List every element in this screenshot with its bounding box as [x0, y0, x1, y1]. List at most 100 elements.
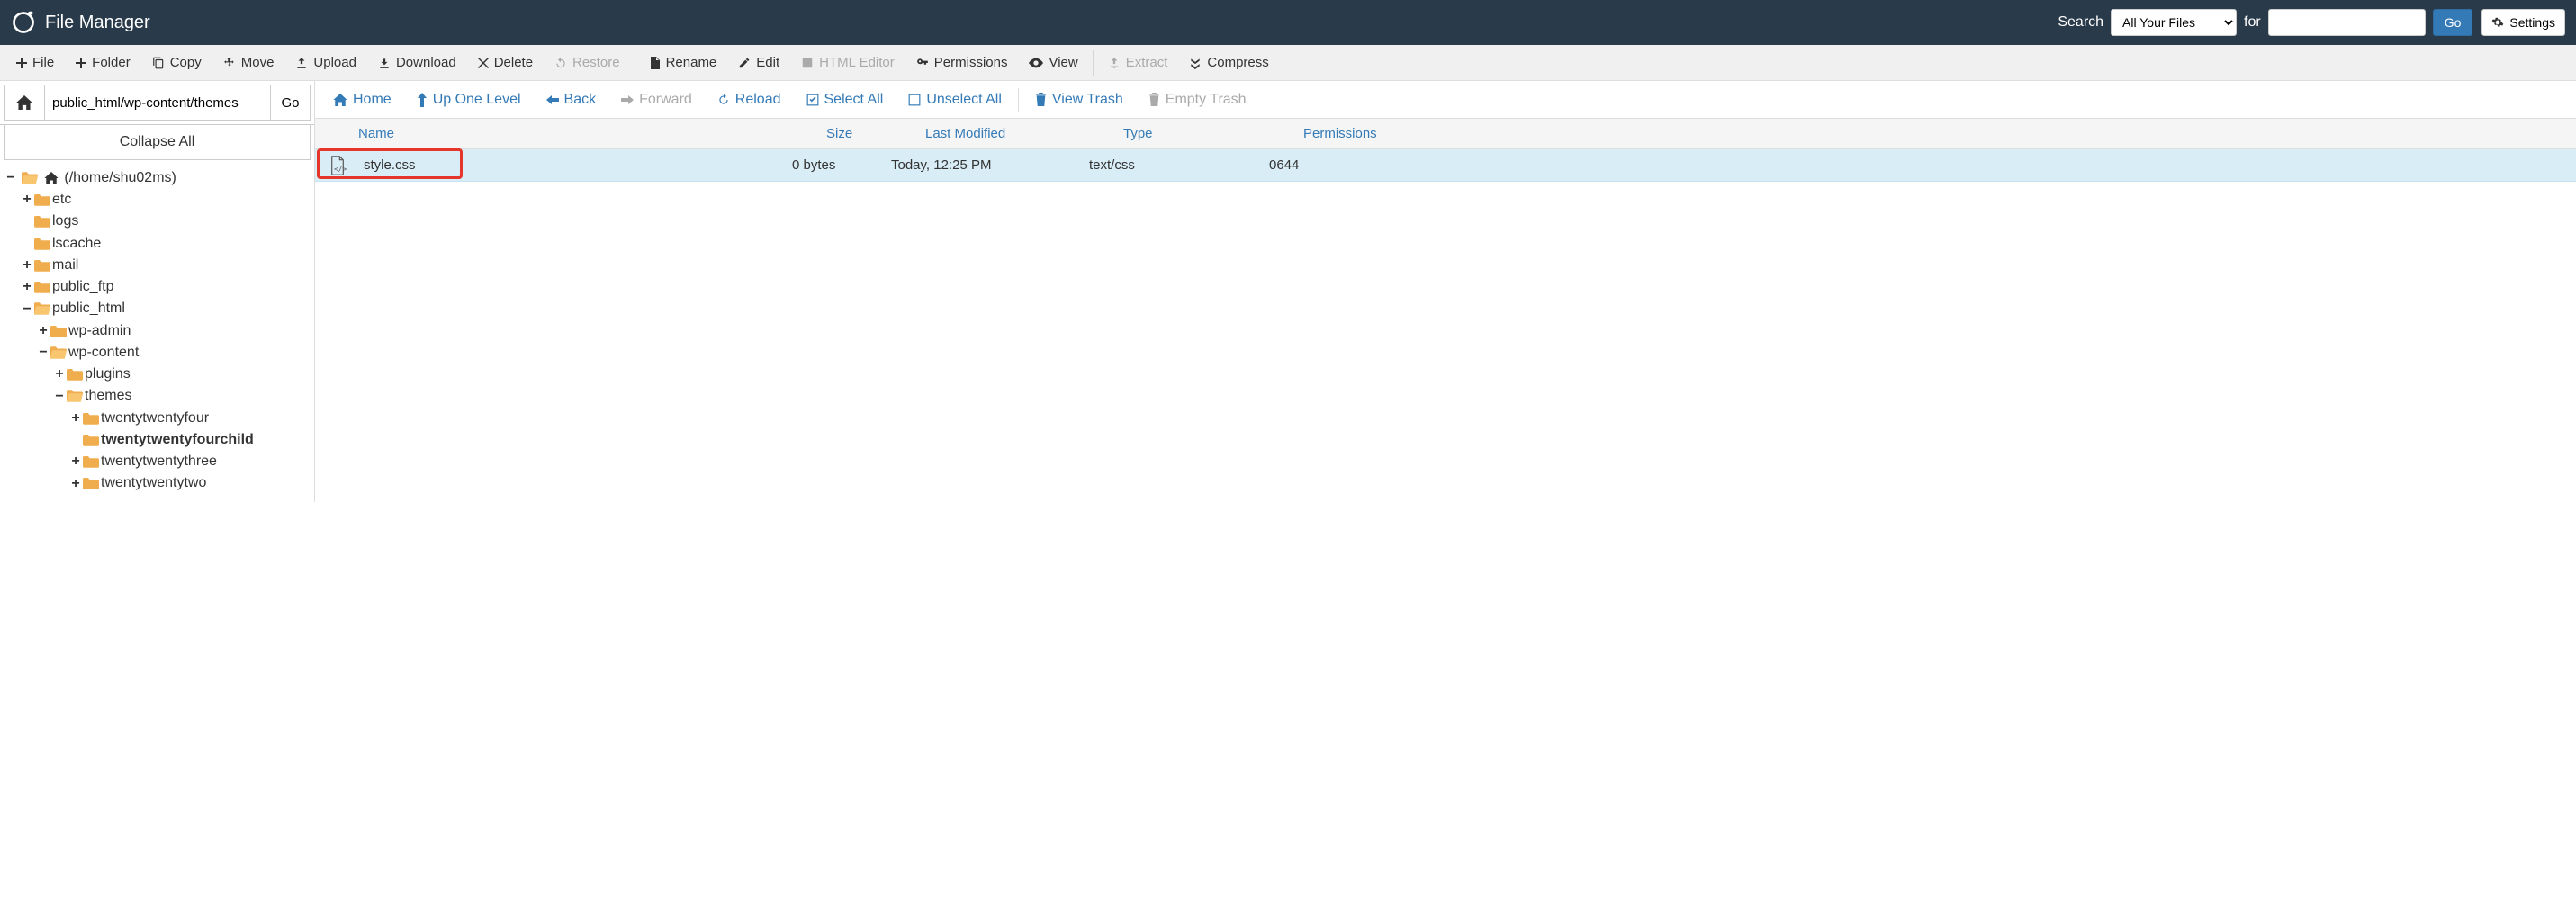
tree-toggle[interactable]: +: [54, 364, 65, 385]
copy-button[interactable]: Copy: [141, 45, 212, 80]
folder-icon: [83, 412, 99, 425]
tree-item[interactable]: + etc: [22, 189, 309, 211]
nav-view-trash[interactable]: View Trash: [1024, 81, 1134, 118]
folder-open-icon: [50, 346, 67, 359]
plus-icon: [76, 58, 86, 68]
for-label: for: [2244, 14, 2261, 31]
tree-item[interactable]: −wp-content+plugins−themes+twentytwentyf…: [38, 342, 309, 495]
rename-button[interactable]: Rename: [639, 45, 728, 80]
col-size[interactable]: Size: [823, 126, 922, 141]
tree-toggle[interactable]: +: [22, 255, 32, 276]
file-panel: Home Up One Level Back Forward Reload Se…: [315, 81, 2576, 502]
nav-unselect-all[interactable]: Unselect All: [897, 81, 1013, 118]
tree-toggle[interactable]: +: [22, 189, 32, 211]
nav-select-all[interactable]: Select All: [796, 81, 895, 118]
col-modified[interactable]: Last Modified: [922, 126, 1120, 141]
tree-toggle[interactable]: −: [22, 299, 32, 320]
folder-icon: [67, 368, 83, 381]
check-square-icon: [806, 94, 819, 106]
folder-icon: [83, 434, 99, 446]
move-button[interactable]: Move: [212, 45, 285, 80]
arrow-left-icon: [546, 94, 559, 105]
tree-toggle[interactable]: +: [70, 408, 81, 429]
toolbar-separator: [1093, 50, 1094, 76]
nav-up[interactable]: Up One Level: [406, 81, 532, 118]
tree-toggle[interactable]: +: [22, 276, 32, 298]
home-icon: [44, 172, 59, 184]
search-scope-select[interactable]: All Your Files: [2111, 9, 2237, 36]
tree-item[interactable]: +twentytwentyfourchild: [70, 429, 309, 451]
new-folder-button[interactable]: Folder: [65, 45, 141, 80]
file-type: text/css: [1085, 157, 1265, 173]
folder-open-icon: [34, 302, 50, 315]
col-name[interactable]: Name: [355, 126, 823, 141]
tree-item[interactable]: +twentytwentytwo: [70, 472, 309, 494]
nav-empty-trash[interactable]: Empty Trash: [1138, 81, 1257, 118]
permissions-button[interactable]: Permissions: [905, 45, 1019, 80]
arrow-right-icon: [621, 94, 634, 105]
tree-label: etc: [52, 192, 71, 207]
tree-item[interactable]: +logs: [22, 211, 309, 232]
folder-icon: [34, 238, 50, 250]
tree-item[interactable]: −themes+twentytwentyfour+twentytwentyfou…: [54, 385, 309, 494]
tree-item[interactable]: −public_html+wp-admin−wp-content+plugins…: [22, 298, 309, 494]
edit-box-icon: [801, 57, 814, 69]
search-go-button[interactable]: Go: [2433, 9, 2473, 36]
eye-icon: [1029, 58, 1043, 68]
col-type[interactable]: Type: [1120, 126, 1300, 141]
tree-toggle[interactable]: −: [54, 386, 65, 408]
path-bar: Go: [0, 81, 314, 125]
tree-toggle[interactable]: +: [70, 451, 81, 472]
file-row[interactable]: </> style.css 0 bytes Today, 12:25 PM te…: [315, 149, 2576, 182]
search-input[interactable]: [2268, 9, 2426, 36]
settings-button[interactable]: Settings: [2481, 9, 2565, 36]
html-editor-button[interactable]: HTML Editor: [790, 45, 905, 80]
view-button[interactable]: View: [1018, 45, 1088, 80]
extract-button[interactable]: Extract: [1097, 45, 1179, 80]
compress-button[interactable]: Compress: [1178, 45, 1279, 80]
folder-icon: [83, 477, 99, 489]
svg-text:</>: </>: [334, 165, 347, 173]
nav-back[interactable]: Back: [536, 81, 608, 118]
tree-item[interactable]: +plugins: [54, 364, 309, 385]
tree-toggle[interactable]: −: [5, 167, 16, 189]
tree-item[interactable]: +twentytwentyfour: [70, 408, 309, 429]
code-file-icon: </>: [320, 156, 355, 175]
tree-item[interactable]: +mail: [22, 255, 309, 276]
path-input[interactable]: [45, 85, 271, 121]
col-permissions[interactable]: Permissions: [1300, 126, 2576, 141]
tree-item[interactable]: + twentytwentythree: [70, 451, 309, 472]
sidebar: Go Collapse All − (/home/shu02ms) +etc+l…: [0, 81, 315, 502]
file-permissions: 0644: [1265, 157, 2576, 173]
new-file-button[interactable]: File: [5, 45, 65, 80]
home-icon: [16, 95, 32, 110]
path-go-button[interactable]: Go: [271, 85, 311, 121]
nav-reload[interactable]: Reload: [707, 81, 792, 118]
delete-button[interactable]: Delete: [467, 45, 544, 80]
tree-toggle[interactable]: −: [38, 342, 49, 364]
tree-toggle[interactable]: +: [38, 320, 49, 342]
download-icon: [378, 57, 391, 69]
nav-forward[interactable]: Forward: [610, 81, 703, 118]
file-area: </> style.css 0 bytes Today, 12:25 PM te…: [315, 149, 2576, 182]
header-search: Search All Your Files for Go: [2058, 9, 2472, 36]
upload-button[interactable]: Upload: [284, 45, 367, 80]
tree-root[interactable]: − (/home/shu02ms) +etc+logs+lscache+mail…: [5, 167, 309, 495]
tree-label: public_html: [52, 301, 125, 316]
nav-home[interactable]: Home: [322, 81, 402, 118]
download-button[interactable]: Download: [367, 45, 467, 80]
tree-toggle[interactable]: +: [70, 473, 81, 495]
tree-item[interactable]: +lscache: [22, 233, 309, 255]
tree-item[interactable]: +public_ftp: [22, 276, 309, 298]
edit-button[interactable]: Edit: [727, 45, 790, 80]
collapse-all-button[interactable]: Collapse All: [4, 125, 311, 160]
tree-label: wp-admin: [68, 323, 131, 338]
app-logo: File Manager: [11, 10, 150, 35]
tree-label: twentytwentythree: [101, 453, 217, 469]
path-home-button[interactable]: [4, 85, 45, 121]
file-size: 0 bytes: [788, 157, 887, 173]
home-icon: [333, 94, 347, 106]
app-header: File Manager Search All Your Files for G…: [0, 0, 2576, 45]
tree-item[interactable]: + wp-admin: [38, 320, 309, 342]
restore-button[interactable]: Restore: [544, 45, 631, 80]
